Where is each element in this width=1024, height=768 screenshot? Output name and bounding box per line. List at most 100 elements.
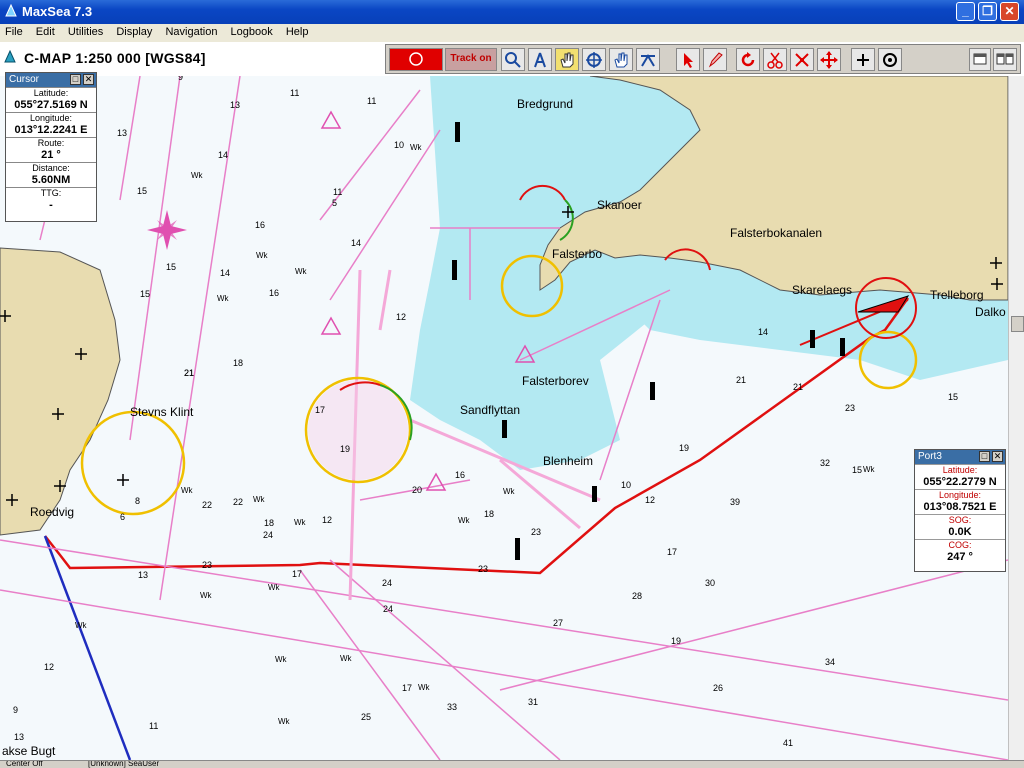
wreck-label: Wk <box>863 465 876 474</box>
depth-sounding: 24 <box>383 604 393 614</box>
depth-sounding: 15 <box>166 262 176 272</box>
place-stevns-klint: Stevns Klint <box>130 405 194 419</box>
place-roedvig: Roedvig <box>30 505 74 519</box>
cut-tool[interactable] <box>763 48 787 71</box>
wreck-label: Wk <box>503 487 516 496</box>
port3-panel-titlebar[interactable]: Port3 □ ✕ <box>915 450 1005 464</box>
cog-label: COG: <box>948 540 972 550</box>
depth-sounding: 12 <box>44 662 54 672</box>
menu-edit[interactable]: Edit <box>31 24 60 38</box>
measure-tool[interactable] <box>636 48 660 71</box>
status-center-mode[interactable]: Center Off <box>6 761 43 768</box>
panel-close-button[interactable]: ✕ <box>992 451 1003 462</box>
place-dalko: Dalko <box>975 305 1006 319</box>
depth-sounding: 41 <box>783 738 793 748</box>
vertical-scrollbar[interactable] <box>1008 76 1024 760</box>
wreck-label: Wk <box>340 654 353 663</box>
depth-sounding: 32 <box>820 458 830 468</box>
cursor-panel-titlebar[interactable]: Cursor □ ✕ <box>6 73 96 87</box>
multi-point-tool[interactable] <box>790 48 814 71</box>
window-split-button[interactable] <box>993 48 1017 71</box>
center-tool[interactable] <box>878 48 902 71</box>
select-tool[interactable] <box>676 48 700 71</box>
cursor-route: 21 ° <box>41 149 61 161</box>
menu-utilities[interactable]: Utilities <box>63 24 108 38</box>
wreck-label: Wk <box>278 717 291 726</box>
pencil-icon <box>708 52 723 68</box>
record-circle-icon <box>409 52 423 66</box>
undo-tool[interactable] <box>736 48 760 71</box>
cursor-panel: Cursor □ ✕ Latitude: 055°27.5169 N Longit… <box>5 72 97 222</box>
chart-icon <box>4 50 16 63</box>
wreck-label: Wk <box>253 495 266 504</box>
restore-button[interactable]: ❐ <box>978 2 997 21</box>
depth-sounding: 10 <box>394 140 404 150</box>
undo-circle-icon <box>741 52 755 67</box>
scrollbar-thumb[interactable] <box>1011 316 1024 332</box>
depth-sounding: 23 <box>478 564 488 574</box>
depth-sounding: 17 <box>292 569 302 579</box>
close-button[interactable]: ✕ <box>1000 2 1019 21</box>
crosshair-tool[interactable] <box>851 48 875 71</box>
port-cog: 247 ° <box>947 551 973 563</box>
panel-maximize-button[interactable]: □ <box>979 451 990 462</box>
chart-scale-label: C-MAP 1:250 000 [WGS84] <box>24 50 206 66</box>
longitude-label: Longitude: <box>938 490 982 500</box>
target-tool[interactable] <box>582 48 606 71</box>
cursor-latitude: 055°27.5169 N <box>14 99 88 111</box>
depth-sounding: 39 <box>730 497 740 507</box>
menu-display[interactable]: Display <box>111 24 157 38</box>
wreck-label: Wk <box>191 171 204 180</box>
depth-sounding: 8 <box>135 496 140 506</box>
port3-panel-title: Port3 <box>918 451 942 462</box>
center-target-icon <box>883 53 897 67</box>
menu-logbook[interactable]: Logbook <box>226 24 278 38</box>
zoom-tool[interactable] <box>501 48 525 71</box>
place-bredgrund: Bredgrund <box>517 97 573 111</box>
depth-sounding: 9 <box>178 76 183 82</box>
menu-file[interactable]: File <box>0 24 28 38</box>
nautical-chart[interactable]: Bredgrund Skanoer Falsterbokanalen Falst… <box>0 76 1008 760</box>
depth-sounding: 19 <box>340 444 350 454</box>
depth-sounding: 9 <box>13 705 18 715</box>
place-skarelaegs: Skarelaegs <box>792 283 852 297</box>
panel-maximize-button[interactable]: □ <box>70 74 81 85</box>
depth-sounding: 13 <box>117 128 127 138</box>
menu-bar: File Edit Utilities Display Navigation L… <box>0 24 1024 42</box>
pencil-tool[interactable] <box>703 48 727 71</box>
wreck-label: Wk <box>295 267 308 276</box>
place-skanoer: Skanoer <box>597 198 642 212</box>
track-on-toggle[interactable]: Track on <box>445 48 497 71</box>
route-tool[interactable] <box>528 48 552 71</box>
depth-sounding: 15 <box>140 289 150 299</box>
cursor-panel-title: Cursor <box>9 74 40 85</box>
measure-icon <box>641 54 655 67</box>
wreck-label: Wk <box>75 621 88 630</box>
chart-canvas[interactable]: Bredgrund Skanoer Falsterbokanalen Falst… <box>0 76 1008 760</box>
depth-sounding: 20 <box>412 485 422 495</box>
depth-sounding: 27 <box>553 618 563 628</box>
panel-close-button[interactable]: ✕ <box>83 74 94 85</box>
depth-sounding: 16 <box>269 288 279 298</box>
magnifier-icon <box>505 52 521 68</box>
depth-sounding: 31 <box>528 697 538 707</box>
route-line-blue <box>43 535 132 760</box>
move-arrows-icon <box>820 51 838 69</box>
menu-navigation[interactable]: Navigation <box>160 24 222 38</box>
pan-hand-tool[interactable] <box>609 48 633 71</box>
hand-tool[interactable] <box>555 48 579 71</box>
depth-sounding: 17 <box>315 405 325 415</box>
depth-sounding: 30 <box>705 578 715 588</box>
depth-sounding: 13 <box>230 100 240 110</box>
wreck-label: Wk <box>410 143 423 152</box>
sog-label: SOG: <box>948 515 972 525</box>
depth-sounding: 16 <box>255 220 265 230</box>
depth-sounding: 11 <box>333 187 342 197</box>
cursor-ttg: - <box>49 199 53 211</box>
minimize-button[interactable]: _ <box>956 2 975 21</box>
record-button[interactable] <box>389 48 443 71</box>
wreck-label: Wk <box>181 486 194 495</box>
window-tile-button[interactable] <box>969 48 991 71</box>
move-tool[interactable] <box>817 48 841 71</box>
menu-help[interactable]: Help <box>281 24 314 38</box>
